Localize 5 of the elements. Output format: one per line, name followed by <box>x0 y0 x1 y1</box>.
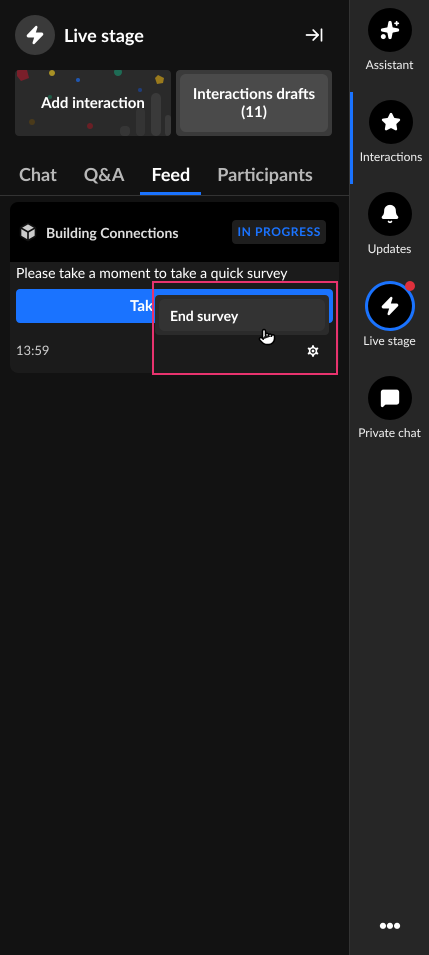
panel-title: Live stage <box>64 22 144 48</box>
survey-message: Please take a moment to take a quick survey <box>16 263 288 283</box>
status-label: IN PROGRESS <box>232 220 326 244</box>
card-title: Building Connections <box>46 222 178 242</box>
timestamp: 13:59 <box>16 341 50 360</box>
